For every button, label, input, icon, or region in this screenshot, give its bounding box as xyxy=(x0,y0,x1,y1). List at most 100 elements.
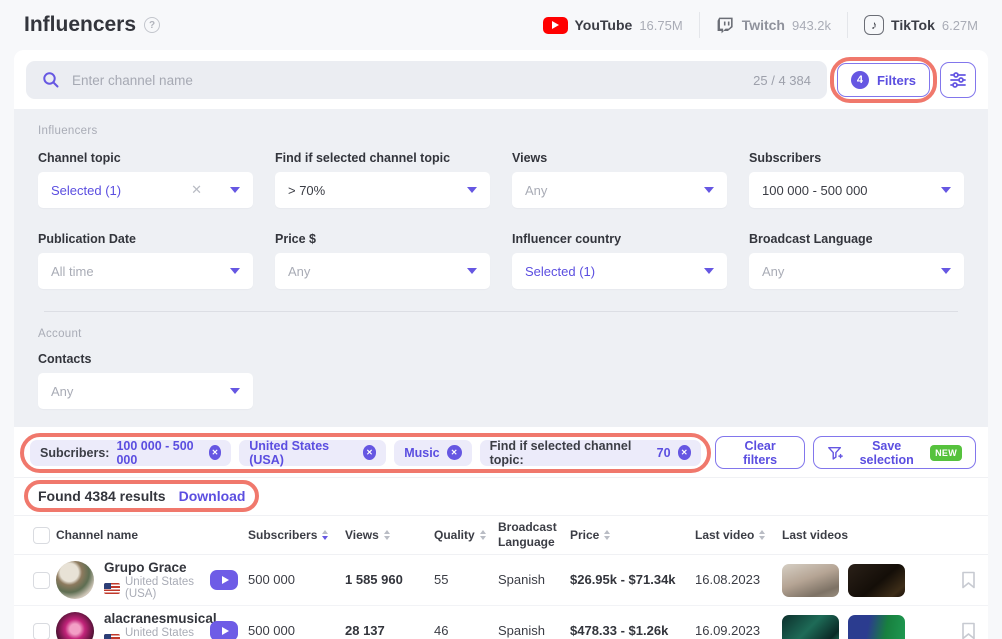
row-checkbox[interactable] xyxy=(33,572,50,589)
last-video-date: 16.09.2023 xyxy=(695,623,760,638)
header-views-sort[interactable]: Views xyxy=(345,528,434,542)
filter-field-channel-topic: Channel topic Selected (1) ✕ xyxy=(38,151,253,208)
filters-button[interactable]: 4 Filters xyxy=(837,63,930,97)
select-value: Selected (1) xyxy=(51,183,121,198)
section-label-influencers: Influencers xyxy=(38,125,964,137)
filter-field-price: Price $ Any xyxy=(275,232,490,289)
header-price-sort[interactable]: Price xyxy=(570,528,695,542)
page-title: Influencers xyxy=(24,13,136,37)
chevron-down-icon xyxy=(467,268,477,274)
contacts-select[interactable]: Any xyxy=(38,373,253,409)
field-label: Contacts xyxy=(38,352,253,366)
table-header: Channel name Subscribers Views Quality B… xyxy=(14,515,988,555)
platform-name: TikTok xyxy=(891,17,935,33)
chip-value: 70 xyxy=(657,446,671,460)
quality-value: 55 xyxy=(434,572,448,587)
chevron-down-icon xyxy=(230,187,240,193)
column-settings-button[interactable] xyxy=(940,62,976,98)
top-header: Influencers ? YouTube 16.75M Twitch 943.… xyxy=(0,0,1002,50)
filters-panel: Influencers Channel topic Selected (1) ✕… xyxy=(14,109,988,427)
video-thumbnail[interactable] xyxy=(848,615,905,639)
bookmark-icon[interactable] xyxy=(961,571,976,589)
youtube-play-button[interactable] xyxy=(210,570,238,590)
funnel-plus-icon xyxy=(827,445,843,461)
video-thumbnail[interactable] xyxy=(782,564,839,597)
price-value: $26.95k - $71.34k xyxy=(570,572,676,587)
video-thumbnail[interactable] xyxy=(782,615,839,639)
broadcast-language-select[interactable]: Any xyxy=(749,253,964,289)
channel-topic-select[interactable]: Selected (1) ✕ xyxy=(38,172,253,208)
clear-filters-button[interactable]: Clear filters xyxy=(715,436,805,469)
help-icon[interactable]: ? xyxy=(144,17,160,33)
chip-country: United States (USA) ✕ xyxy=(239,440,386,466)
language-value: Spanish xyxy=(498,572,545,587)
search-input[interactable] xyxy=(72,73,741,88)
chevron-down-icon xyxy=(941,187,951,193)
header-subscribers-sort[interactable]: Subscribers xyxy=(248,528,345,542)
platform-count: 16.75M xyxy=(639,18,682,33)
header-last-video-sort[interactable]: Last video xyxy=(695,528,782,542)
search-icon xyxy=(42,71,60,89)
publication-date-select[interactable]: All time xyxy=(38,253,253,289)
avatar xyxy=(56,612,94,639)
topic-threshold-select[interactable]: > 70% xyxy=(275,172,490,208)
us-flag-icon xyxy=(104,583,120,594)
clear-selection-icon[interactable]: ✕ xyxy=(191,182,202,198)
remove-chip-icon[interactable]: ✕ xyxy=(678,445,691,460)
field-label: Channel topic xyxy=(38,151,253,165)
platform-youtube: YouTube 16.75M xyxy=(527,17,699,34)
save-selection-button[interactable]: Save selection NEW xyxy=(813,436,976,469)
select-all-checkbox[interactable] xyxy=(33,527,50,544)
platform-count: 943.2k xyxy=(792,18,831,33)
price-value: $478.33 - $1.26k xyxy=(570,623,668,638)
row-checkbox[interactable] xyxy=(33,623,50,639)
filter-field-subscribers: Subscribers 100 000 - 500 000 xyxy=(749,151,964,208)
chip-label: Subcribers: xyxy=(40,446,109,460)
subscribers-value: 500 000 xyxy=(248,572,295,587)
subscribers-select[interactable]: 100 000 - 500 000 xyxy=(749,172,964,208)
active-filters-row: Subcribers: 100 000 - 500 000 ✕ United S… xyxy=(14,427,988,477)
sort-icon xyxy=(322,530,328,540)
sort-icon xyxy=(759,530,765,540)
youtube-icon xyxy=(543,17,568,34)
channel-link[interactable]: Grupo Grace United States (USA) xyxy=(56,560,210,601)
search-row: 25 / 4 384 4 Filters xyxy=(14,50,988,109)
chip-topic: Music ✕ xyxy=(394,440,471,466)
video-thumbnail[interactable] xyxy=(848,564,905,597)
header-label: Views xyxy=(345,528,379,542)
filter-field-publication-date: Publication Date All time xyxy=(38,232,253,289)
youtube-play-button[interactable] xyxy=(210,621,238,639)
views-value: 1 585 960 xyxy=(345,572,403,587)
bookmark-icon[interactable] xyxy=(961,622,976,639)
country-select[interactable]: Selected (1) xyxy=(512,253,727,289)
chevron-down-icon xyxy=(467,187,477,193)
divider xyxy=(44,311,958,312)
select-value: 100 000 - 500 000 xyxy=(762,183,868,198)
main-panel: 25 / 4 384 4 Filters Influencers Chann xyxy=(14,50,988,639)
select-value: All time xyxy=(51,264,94,279)
field-label: Broadcast Language xyxy=(749,232,964,246)
chip-topic-threshold: Find if selected channel topic: 70 ✕ xyxy=(480,440,701,466)
chevron-down-icon xyxy=(230,268,240,274)
channel-link[interactable]: alacranesmusical United States (USA) xyxy=(56,611,210,639)
avatar xyxy=(56,561,94,599)
filter-field-topic-threshold: Find if selected channel topic > 70% xyxy=(275,151,490,208)
remove-chip-icon[interactable]: ✕ xyxy=(363,445,377,460)
field-label: Find if selected channel topic xyxy=(275,151,490,165)
language-value: Spanish xyxy=(498,623,545,638)
platform-name: Twitch xyxy=(742,17,785,33)
filter-field-country: Influencer country Selected (1) xyxy=(512,232,727,289)
platform-tiktok: ♪ TikTok 6.27M xyxy=(848,15,982,35)
field-label: Views xyxy=(512,151,727,165)
views-select[interactable]: Any xyxy=(512,172,727,208)
header-last-videos: Last videos xyxy=(782,528,948,542)
remove-chip-icon[interactable]: ✕ xyxy=(447,445,462,460)
found-results-text: Found 4384 results xyxy=(38,488,166,504)
remove-chip-icon[interactable]: ✕ xyxy=(209,445,222,460)
filters-button-label: Filters xyxy=(877,73,916,88)
download-link[interactable]: Download xyxy=(179,488,246,504)
channel-name: Grupo Grace xyxy=(104,560,210,577)
price-select[interactable]: Any xyxy=(275,253,490,289)
header-quality-sort[interactable]: Quality xyxy=(434,528,498,542)
header-channel-name: Channel name xyxy=(56,528,210,542)
